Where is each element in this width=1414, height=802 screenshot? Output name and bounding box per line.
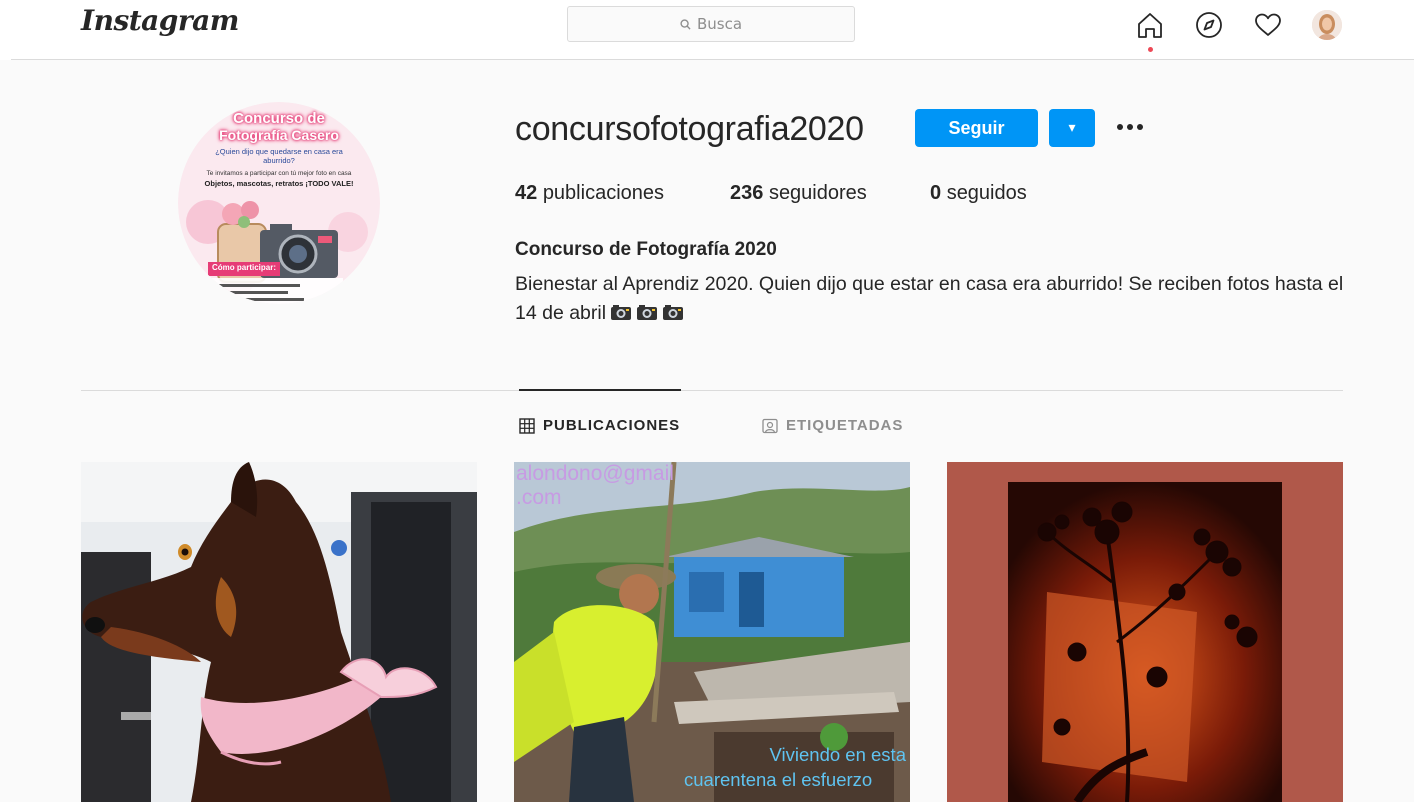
active-tab-indicator (519, 389, 681, 391)
poster-how: Cómo participar: (211, 263, 276, 272)
post-thumbnail-1[interactable] (81, 462, 477, 802)
notification-dot (1148, 47, 1153, 52)
posts-count: 42 publicaciones (515, 182, 665, 204)
tabs-divider (81, 390, 1343, 391)
instagram-logo[interactable]: Instagram (81, 4, 239, 37)
poster-invite: Te invitamos a participar con tú mejor f… (206, 170, 352, 177)
post-thumbnail-2[interactable]: alondono@gmail .com Viviendo en esta cua… (514, 462, 910, 802)
heart-icon[interactable] (1253, 10, 1283, 40)
more-options-icon[interactable] (1113, 112, 1147, 142)
followers-count[interactable]: 236 seguidores (730, 182, 867, 205)
flower-shadow-photo (947, 462, 1343, 802)
profile-avatar-icon[interactable] (1312, 10, 1342, 40)
post-overlay-email: alondono@gmail .com (516, 462, 674, 509)
search-placeholder: Busca (696, 15, 743, 33)
following-count[interactable]: 0 seguidos (930, 182, 1027, 205)
tab-etiquetadas-label: ETIQUETADAS (786, 417, 904, 434)
suggested-accounts-button[interactable]: ▾ (1049, 109, 1095, 147)
follow-button[interactable]: Seguir (915, 109, 1038, 147)
poster-title-1: Concurso de (233, 110, 325, 127)
tab-publicaciones[interactable]: PUBLICACIONES (519, 417, 680, 434)
profile-picture[interactable]: Concurso de Fotografía Casero ¿Quien dij… (178, 102, 380, 304)
header-divider (11, 59, 1414, 60)
profile-bio: Bienestar al Aprendiz 2020. Quien dijo q… (515, 270, 1355, 328)
profile-username: concursofotografia2020 (515, 110, 864, 148)
tab-etiquetadas[interactable]: ETIQUETADAS (762, 417, 903, 434)
explore-compass-icon[interactable] (1194, 10, 1224, 40)
search-icon (680, 18, 691, 30)
dog-photo (81, 462, 477, 802)
tagged-user-icon (762, 418, 778, 433)
poster-categories: Objetos, mascotas, retratos ¡TODO VALE! (204, 179, 354, 188)
post-overlay-line-1: Viviendo en esta (769, 744, 906, 765)
post-overlay-line-2: cuarentena el esfuerzo (684, 769, 873, 790)
poster-title-2: Fotografía Casero (219, 127, 339, 143)
profile-full-name: Concurso de Fotografía 2020 (515, 239, 777, 260)
camera-emoji-icons (606, 302, 684, 324)
chevron-down-icon: ▾ (1068, 120, 1076, 136)
tab-publicaciones-label: PUBLICACIONES (543, 417, 681, 434)
top-navigation-bar: Instagram Busca (0, 0, 1414, 60)
search-input[interactable]: Busca (567, 6, 855, 42)
poster-question: ¿Quien dijo que quedarse en casa era abu… (215, 147, 343, 165)
post-thumbnail-3[interactable] (947, 462, 1343, 802)
home-icon[interactable] (1135, 10, 1165, 40)
grid-icon (519, 417, 535, 434)
